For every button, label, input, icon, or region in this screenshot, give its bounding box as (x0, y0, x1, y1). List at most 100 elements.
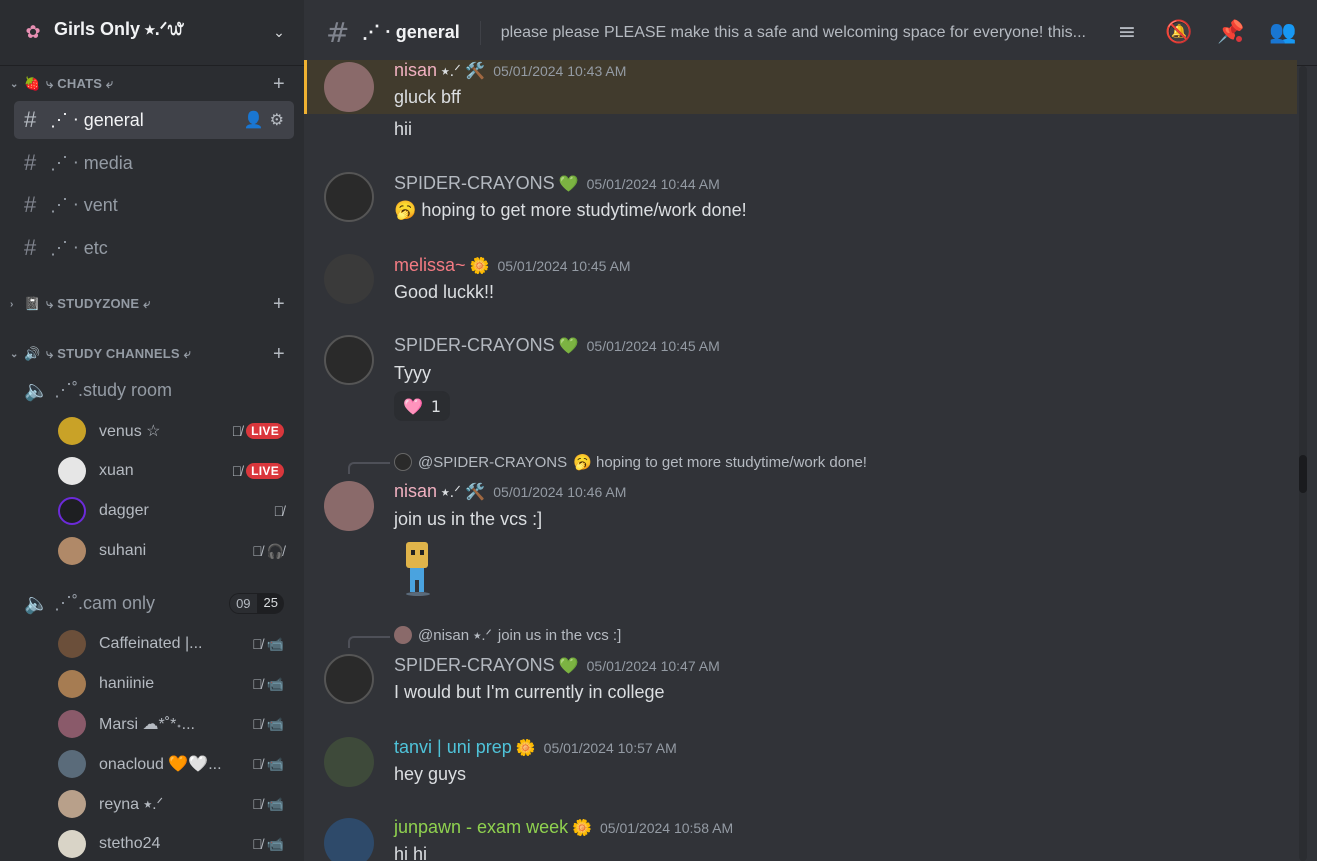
member-name: onacloud 🧡🤍... (99, 756, 222, 773)
message-header: SPIDER-CRAYONS 💚 05/01/2024 10:47 AM (394, 655, 720, 676)
username[interactable]: nisan (394, 481, 437, 502)
mic-muted-icon: 🎙̸ (252, 676, 263, 692)
channel-header: # ⋰ ⋅ general please please PLEASE make … (304, 0, 1317, 66)
user-badge: ⭑.ᐟ 🛠️ (441, 63, 486, 80)
message-text: Tyyy (394, 363, 432, 383)
username[interactable]: nisan (394, 60, 437, 81)
category-studyzone[interactable]: › 📓 ⤷ STUDYZONE ⤶ + (0, 293, 304, 315)
channel-title: ⋰ ⋅ general (362, 22, 460, 42)
voice-channel-study-room[interactable]: 🔈 ⋰˚.study room (14, 372, 294, 408)
avatar[interactable] (324, 481, 374, 531)
avatar[interactable] (324, 172, 374, 222)
username[interactable]: junpawn - exam week (394, 817, 568, 838)
chevron-down-icon[interactable]: ⌄ (270, 25, 288, 41)
timestamp: 05/01/2024 10:43 AM (493, 63, 627, 79)
reply-text: join us in the vcs :] (497, 626, 622, 644)
invite-icon[interactable]: 👤 (244, 110, 264, 130)
mic-muted-icon: 🎙̸ (252, 836, 263, 852)
voice-member[interactable]: onacloud 🧡🤍... 🎙̸ 📹 (58, 747, 294, 781)
reply-text: 🥱 hoping to get more studytime/work done… (573, 454, 867, 471)
user-badge: 🌼 (515, 740, 536, 757)
username[interactable]: SPIDER-CRAYONS (394, 655, 555, 676)
channel-media[interactable]: # ⋰ ⋅ media (14, 144, 294, 182)
username[interactable]: SPIDER-CRAYONS (394, 173, 555, 194)
category-label: ⤷ STUDYZONE ⤶ (46, 296, 151, 311)
avatar[interactable] (324, 737, 374, 787)
user-badge: 🌼 (572, 820, 593, 837)
channel-etc[interactable]: # ⋰ ⋅ etc (14, 229, 294, 267)
add-channel-icon[interactable]: + (268, 343, 290, 366)
add-channel-icon[interactable]: + (268, 73, 290, 96)
mic-muted-icon: 🎙̸ (252, 716, 263, 732)
heart-icon: 🩷 (403, 396, 423, 416)
live-badge: LIVE (246, 463, 284, 479)
message-text: I would but I'm currently in college (394, 682, 665, 702)
server-header[interactable]: ✿ Girls Only ⭑.ᐟ᭙ ⌄ (0, 0, 304, 66)
speaker-icon: 🔈 (24, 379, 49, 402)
message-header: tanvi | uni prep 🌼 05/01/2024 10:57 AM (394, 737, 677, 758)
message-header: nisan ⭑.ᐟ 🛠️ 05/01/2024 10:43 AM (394, 60, 626, 81)
reaction-pill[interactable]: 🩷 1 (394, 391, 451, 421)
avatar (58, 670, 86, 698)
message-header: melissa~ 🌼 05/01/2024 10:45 AM (394, 255, 631, 276)
hash-icon: # (24, 150, 37, 175)
voice-member[interactable]: suhani 🎙̸ 🎧̸ (58, 534, 294, 568)
channel-name: ⋰ ⋅ etc (50, 237, 108, 258)
avatar (58, 537, 86, 565)
voice-member[interactable]: dagger 🎙̸ (58, 494, 294, 528)
scrollbar-thumb[interactable] (1299, 455, 1307, 493)
speaker-icon: 🔈 (24, 592, 49, 615)
camera-icon: 📹 (266, 795, 284, 812)
timestamp: 05/01/2024 10:47 AM (586, 658, 720, 674)
voice-member[interactable]: stetho24 🎙̸ 📹 (58, 827, 294, 861)
voice-channel-cam-only[interactable]: 🔈 ⋰˚.cam only 09 25 (14, 585, 294, 621)
avatar[interactable] (324, 654, 374, 704)
avatar[interactable] (324, 62, 374, 112)
category-study-channels[interactable]: ⌄ 🔊 ⤷ STUDY CHANNELS ⤶ + (0, 343, 304, 365)
threads-icon[interactable]: ≡ (1113, 18, 1141, 46)
category-chats[interactable]: ⌄ 🍓 ⤷ CHATS ⤶ + (0, 73, 304, 95)
pinned-messages-icon[interactable]: 📌 (1217, 18, 1245, 46)
channel-general[interactable]: # ⋰ ⋅ general 👤 ⚙ (14, 101, 294, 139)
category-emoji: 📓 (24, 296, 41, 311)
sticker-image[interactable] (398, 540, 438, 596)
member-list-icon[interactable]: 👥 (1269, 18, 1297, 46)
voice-member[interactable]: haniinie 🎙̸ 📹 (58, 667, 294, 701)
mic-muted-icon: 🎙̸ (231, 463, 243, 479)
timestamp: 05/01/2024 10:44 AM (586, 176, 720, 192)
voice-member[interactable]: Caffeinated |... 🎙̸ 📹 (58, 627, 294, 661)
avatar (394, 453, 412, 471)
hash-icon: # (24, 235, 37, 260)
avatar[interactable] (324, 818, 374, 861)
user-badge: ⭑.ᐟ 🛠️ (441, 484, 486, 501)
timestamp: 05/01/2024 10:46 AM (493, 484, 627, 500)
voice-member[interactable]: Marsi ☁*˚*˖... 🎙̸ 📹 (58, 707, 294, 741)
voice-member[interactable]: reyna ⭑.ᐟ 🎙̸ 📹 (58, 787, 294, 821)
add-channel-icon[interactable]: + (268, 293, 290, 316)
deafened-icon: 🎧̸ (266, 542, 284, 559)
voice-channel-name: ⋰˚.study room (54, 379, 173, 400)
camera-icon: 📹 (266, 675, 284, 692)
reply-preview[interactable]: @SPIDER-CRAYONS 🥱 hoping to get more stu… (394, 453, 867, 471)
reply-preview[interactable]: @nisan ⭑.ᐟ join us in the vcs :] (394, 626, 621, 644)
avatar[interactable] (324, 335, 374, 385)
username[interactable]: melissa~ (394, 255, 466, 276)
member-name: reyna ⭑.ᐟ (99, 796, 164, 813)
gear-icon[interactable]: ⚙ (270, 110, 284, 130)
flower-icon: ✿ (25, 22, 41, 43)
camera-icon: 📹 (266, 715, 284, 732)
channel-vent[interactable]: # ⋰ ⋅ vent (14, 186, 294, 224)
username[interactable]: tanvi | uni prep (394, 737, 512, 758)
message-header: SPIDER-CRAYONS 💚 05/01/2024 10:45 AM (394, 335, 720, 356)
avatar (394, 626, 412, 644)
channel-topic[interactable]: please please PLEASE make this a safe an… (501, 24, 1105, 42)
avatar (58, 630, 86, 658)
avatar[interactable] (324, 254, 374, 304)
username[interactable]: SPIDER-CRAYONS (394, 335, 555, 356)
avatar (58, 457, 86, 485)
notification-bell-muted-icon[interactable]: 🔕 (1165, 18, 1193, 46)
voice-member[interactable]: xuan 🎙̸ LIVE (58, 454, 294, 488)
avatar (58, 710, 86, 738)
camera-icon: 📹 (266, 635, 284, 652)
voice-member[interactable]: venus ☆ 🎙̸ LIVE (58, 414, 294, 448)
